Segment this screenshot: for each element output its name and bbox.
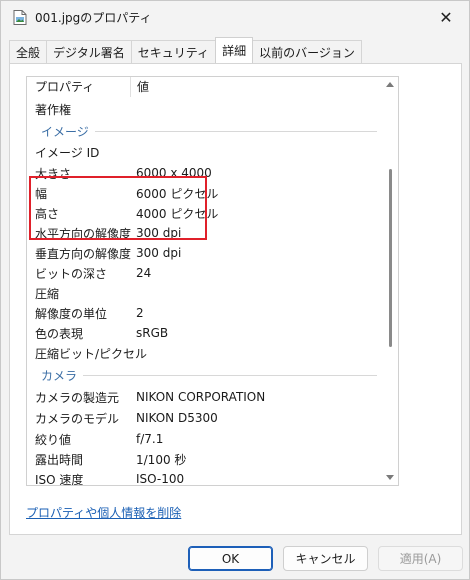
property-name: 著作権 <box>35 102 72 117</box>
property-value: 300 dpi <box>136 246 182 260</box>
group-label: カメラ <box>41 368 78 383</box>
close-icon: ✕ <box>439 7 453 27</box>
scroll-up-arrow-icon[interactable] <box>386 82 394 87</box>
property-name: 露出時間 <box>35 452 84 467</box>
property-name: 垂直方向の解像度 <box>35 246 132 261</box>
list-item[interactable]: 解像度の単位 2 <box>27 303 387 323</box>
property-name: 解像度の単位 <box>35 306 108 321</box>
property-name: カメラのモデル <box>35 411 120 426</box>
property-value: sRGB <box>136 326 169 340</box>
property-value: 24 <box>136 266 152 280</box>
list-item[interactable]: 著作権 <box>27 99 387 119</box>
property-value: 2 <box>136 306 144 320</box>
group-divider <box>83 375 377 376</box>
properties-dialog: 001.jpgのプロパティ ✕ 全般 デジタル署名 セキュリティ 詳細 以前のバ… <box>0 0 470 580</box>
image-file-icon <box>13 10 27 25</box>
list-item[interactable]: 圧縮ビット/ピクセル <box>27 343 387 363</box>
tab-digital-signature[interactable]: デジタル署名 <box>46 40 132 63</box>
list-item[interactable]: 絞り値 f/7.1 <box>27 429 387 449</box>
ok-button[interactable]: OK <box>188 546 273 571</box>
details-panel: プロパティ 値 著作権 イメージ イメージ ID 大きさ 6000 x 4000… <box>9 63 462 535</box>
property-value: 1/100 秒 <box>136 452 187 467</box>
window-title: 001.jpgのプロパティ <box>35 11 152 25</box>
group-header-camera: カメラ <box>27 365 377 385</box>
tab-details[interactable]: 詳細 <box>215 37 254 63</box>
property-value: ISO-100 <box>136 472 185 486</box>
cancel-button[interactable]: キャンセル <box>283 546 368 571</box>
property-list[interactable]: プロパティ 値 著作権 イメージ イメージ ID 大きさ 6000 x 4000… <box>26 76 399 486</box>
property-name: イメージ ID <box>35 145 100 160</box>
group-divider <box>94 131 377 132</box>
property-value: f/7.1 <box>136 432 164 446</box>
property-value: NIKON D5300 <box>136 411 218 425</box>
list-item[interactable]: カメラのモデル NIKON D5300 <box>27 408 387 428</box>
apply-button[interactable]: 適用(A) <box>378 546 463 571</box>
group-header-image: イメージ <box>27 121 377 141</box>
list-item[interactable]: イメージ ID <box>27 142 387 162</box>
property-name: カメラの製造元 <box>35 390 120 405</box>
title-bar: 001.jpgのプロパティ ✕ <box>1 1 469 34</box>
group-label: イメージ <box>41 124 89 139</box>
list-item[interactable]: 垂直方向の解像度 300 dpi <box>27 243 387 263</box>
scroll-down-arrow-icon[interactable] <box>386 475 394 480</box>
property-name: 色の表現 <box>35 326 84 341</box>
tab-security[interactable]: セキュリティ <box>130 40 217 63</box>
column-header-property[interactable]: プロパティ <box>27 77 131 97</box>
list-item[interactable]: ISO 速度 ISO-100 <box>27 469 387 486</box>
red-highlight-box <box>29 176 207 240</box>
close-button[interactable]: ✕ <box>423 1 469 33</box>
remove-properties-link[interactable]: プロパティや個人情報を削除 <box>26 504 181 521</box>
list-item[interactable]: ビットの深さ 24 <box>27 263 387 283</box>
property-name: ビットの深さ <box>35 266 108 281</box>
property-value: NIKON CORPORATION <box>136 390 266 404</box>
scrollbar-thumb[interactable] <box>389 169 392 347</box>
tab-strip: 全般 デジタル署名 セキュリティ 詳細 以前のバージョン <box>9 37 362 64</box>
list-item[interactable]: 圧縮 <box>27 283 387 303</box>
property-name: 圧縮 <box>35 286 60 301</box>
list-item[interactable]: 露出時間 1/100 秒 <box>27 449 387 469</box>
list-item[interactable]: カメラの製造元 NIKON CORPORATION <box>27 387 387 407</box>
list-header: プロパティ 値 <box>27 77 387 97</box>
property-name: 絞り値 <box>35 432 72 447</box>
vertical-scrollbar[interactable] <box>382 77 398 485</box>
column-header-value[interactable]: 値 <box>131 77 149 97</box>
property-name: ISO 速度 <box>35 472 84 486</box>
list-item[interactable]: 色の表現 sRGB <box>27 323 387 343</box>
tab-previous-versions[interactable]: 以前のバージョン <box>252 40 362 63</box>
property-name: 圧縮ビット/ピクセル <box>35 346 148 361</box>
tab-general[interactable]: 全般 <box>9 40 48 63</box>
